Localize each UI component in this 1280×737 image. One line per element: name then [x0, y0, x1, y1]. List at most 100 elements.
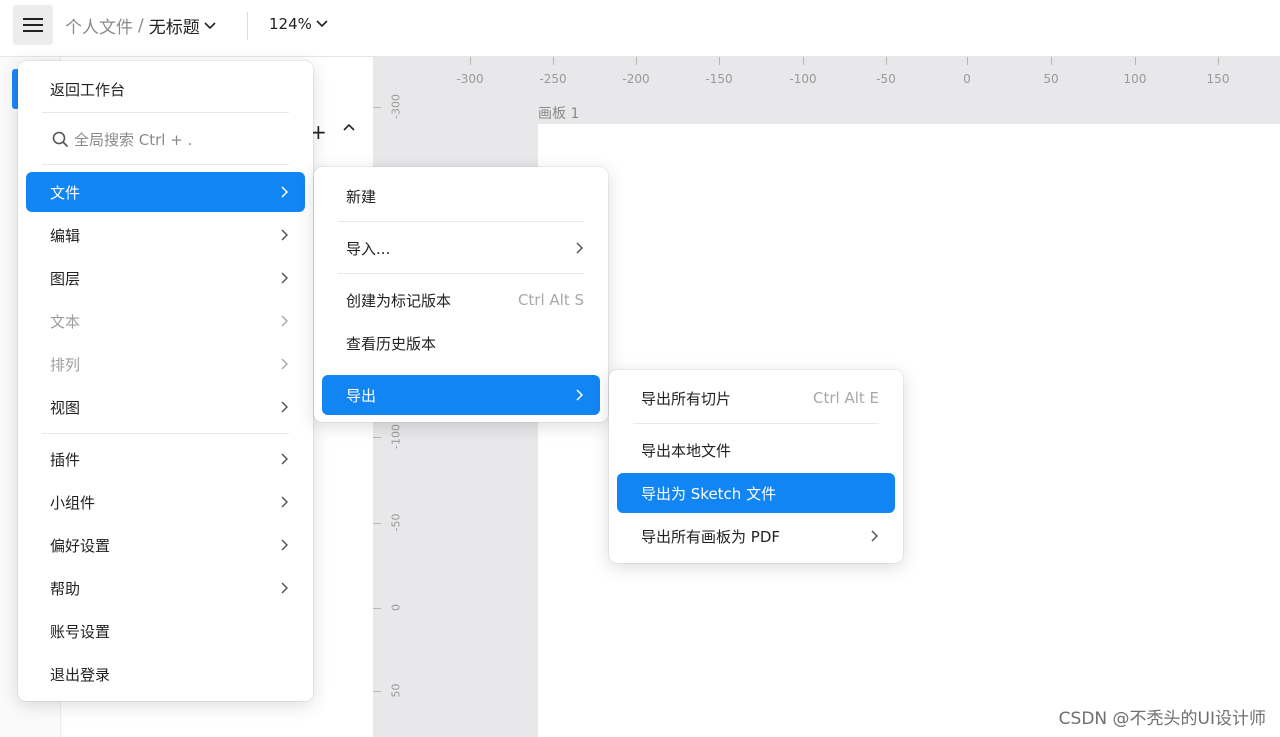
ruler-tick	[636, 57, 637, 65]
ruler-tick	[886, 57, 887, 65]
menu-item-label: 账号设置	[50, 622, 111, 641]
export-all-slices[interactable]: 导出所有切片 Ctrl Alt E	[617, 378, 895, 418]
menu-item-label: 查看历史版本	[346, 334, 437, 353]
chevron-right-icon	[279, 271, 289, 285]
menu-item-preferences[interactable]: 偏好设置	[26, 525, 305, 565]
menu-divider	[42, 433, 289, 434]
chevron-right-icon	[279, 228, 289, 242]
menu-item-plugins[interactable]: 插件	[26, 439, 305, 479]
ruler-tick	[373, 608, 381, 609]
ruler-label: -50	[876, 72, 896, 86]
file-export[interactable]: 导出	[322, 375, 600, 415]
chevron-right-icon	[279, 581, 289, 595]
menu-item-label: 导出为 Sketch 文件	[641, 484, 777, 503]
document-title[interactable]: 无标题	[149, 13, 200, 38]
search-placeholder: 全局搜索 Ctrl + .	[74, 131, 193, 149]
chevron-down-icon[interactable]	[204, 21, 216, 30]
menu-item-help[interactable]: 帮助	[26, 568, 305, 608]
shortcut-hint: Ctrl Alt S	[517, 291, 584, 309]
top-bar: 个人文件 / 无标题 124%	[0, 0, 1280, 57]
menu-divider	[633, 423, 879, 424]
ruler-label: -50	[389, 513, 403, 532]
export-as-sketch[interactable]: 导出为 Sketch 文件	[617, 473, 895, 513]
menu-item-label: 插件	[50, 450, 81, 469]
artboard-label[interactable]: 画板 1	[538, 103, 579, 123]
ruler-tick	[719, 57, 720, 65]
back-to-workspace[interactable]: 返回工作台	[26, 69, 305, 109]
ruler-tick	[553, 57, 554, 65]
ruler-tick	[373, 107, 381, 108]
ruler-label: 0	[389, 604, 403, 611]
menu-item-label: 导出所有切片	[641, 389, 732, 408]
menu-item-label: 视图	[50, 398, 81, 417]
file-view-history[interactable]: 查看历史版本	[322, 323, 600, 363]
global-search[interactable]: 全局搜索 Ctrl + .	[52, 129, 192, 150]
menu-item-label: 导出	[346, 386, 377, 405]
menu-divider	[338, 221, 584, 222]
hamburger-icon	[23, 18, 43, 32]
menu-item-label: 退出登录	[50, 665, 111, 684]
ruler-tick	[470, 57, 471, 65]
ruler-label: 150	[1206, 72, 1230, 86]
menu-item-label: 创建为标记版本	[346, 291, 452, 310]
chevron-right-icon	[279, 452, 289, 466]
menu-item-label: 排列	[50, 355, 81, 374]
chevron-right-icon	[574, 388, 584, 402]
menu-item-label: 小组件	[50, 493, 96, 512]
menu-item-text[interactable]: 文本	[26, 301, 305, 341]
ruler-tick	[803, 57, 804, 65]
file-submenu: 新建 导入... 创建为标记版本 Ctrl Alt S 查看历史版本 导出	[314, 167, 608, 422]
menu-item-label: 编辑	[50, 226, 81, 245]
toolbar-divider	[247, 12, 248, 40]
zoom-selector[interactable]: 124%	[269, 15, 328, 33]
main-menu: 返回工作台 全局搜索 Ctrl + . 文件 编辑 图层 文本 排列 视图 插件…	[18, 61, 313, 701]
zoom-value: 124%	[269, 15, 312, 33]
chevron-right-icon	[574, 241, 584, 255]
export-local-file[interactable]: 导出本地文件	[617, 430, 895, 470]
file-create-marked-version[interactable]: 创建为标记版本 Ctrl Alt S	[322, 280, 600, 320]
ruler-label: 0	[963, 72, 971, 86]
menu-item-arrange[interactable]: 排列	[26, 344, 305, 384]
chevron-right-icon	[279, 357, 289, 371]
export-artboards-pdf[interactable]: 导出所有画板为 PDF	[617, 516, 895, 556]
ruler-label: -300	[389, 94, 403, 119]
ruler-tick	[1051, 57, 1052, 65]
file-import[interactable]: 导入...	[322, 228, 600, 268]
menu-item-label: 新建	[346, 187, 377, 206]
menu-item-widgets[interactable]: 小组件	[26, 482, 305, 522]
back-to-workspace-label: 返回工作台	[50, 80, 126, 99]
ruler-tick	[1135, 57, 1136, 65]
menu-item-label: 图层	[50, 269, 81, 288]
chevron-down-icon	[316, 20, 328, 28]
menu-item-account-settings[interactable]: 账号设置	[26, 611, 305, 651]
menu-item-view[interactable]: 视图	[26, 387, 305, 427]
menu-item-label: 导出所有画板为 PDF	[641, 527, 780, 546]
menu-item-label: 文件	[50, 183, 81, 202]
menu-item-layers[interactable]: 图层	[26, 258, 305, 298]
file-new[interactable]: 新建	[322, 176, 600, 216]
ruler-tick	[373, 523, 381, 524]
ruler-tick	[373, 437, 381, 438]
menu-item-logout[interactable]: 退出登录	[26, 654, 305, 694]
chevron-right-icon	[279, 314, 289, 328]
chevron-right-icon	[279, 185, 289, 199]
menu-item-label: 导入...	[346, 239, 391, 258]
breadcrumb-separator: /	[138, 15, 144, 36]
ruler-tick	[1218, 57, 1219, 65]
shortcut-hint: Ctrl Alt E	[812, 389, 879, 407]
menu-item-label: 导出本地文件	[641, 441, 732, 460]
ruler-label: -300	[456, 72, 484, 86]
chevron-up-icon[interactable]	[342, 122, 356, 132]
ruler-tick	[967, 57, 968, 65]
chevron-right-icon	[279, 495, 289, 509]
ruler-label: 100	[1123, 72, 1147, 86]
main-menu-button[interactable]	[13, 5, 53, 45]
menu-item-edit[interactable]: 编辑	[26, 215, 305, 255]
export-submenu: 导出所有切片 Ctrl Alt E 导出本地文件 导出为 Sketch 文件 导…	[609, 370, 903, 563]
search-icon	[52, 131, 69, 148]
ruler-label: -200	[622, 72, 650, 86]
menu-item-label: 文本	[50, 312, 81, 331]
breadcrumb-parent[interactable]: 个人文件	[65, 13, 133, 38]
menu-item-file[interactable]: 文件	[26, 172, 305, 212]
chevron-right-icon	[279, 538, 289, 552]
